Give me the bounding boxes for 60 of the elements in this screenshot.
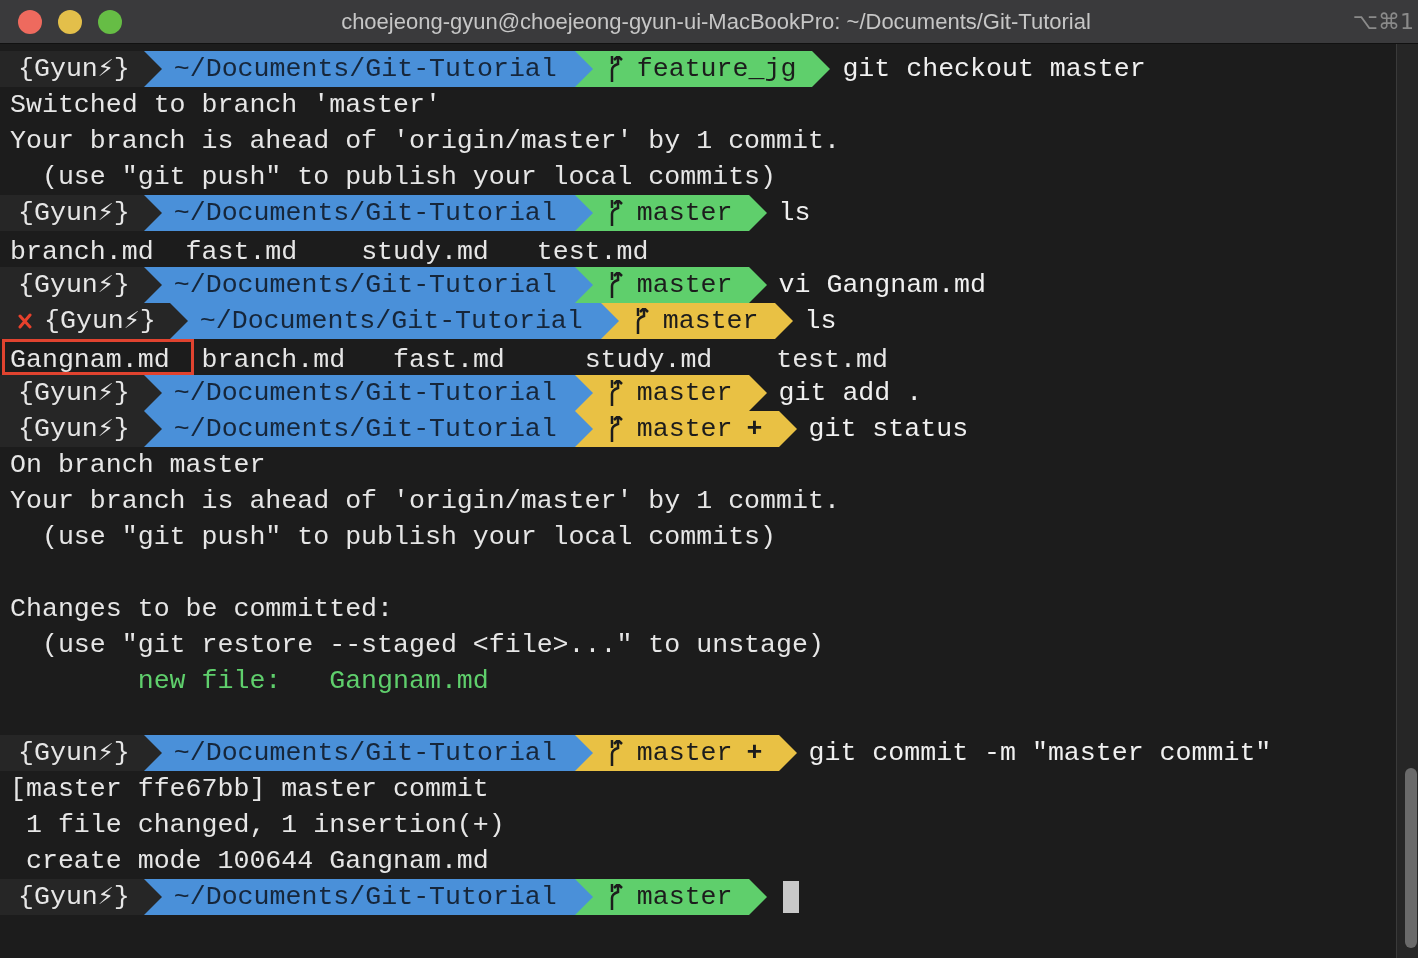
branch-name: master	[662, 305, 759, 338]
output-line: new file: Gangnam.md	[136, 665, 489, 698]
staged-mark: +	[746, 737, 763, 770]
window-title: choejeong-gyun@choejeong-gyun-ui-MacBookPro: ~/Documents/Git-Tutorial	[341, 8, 1091, 36]
prompt-user: {Gyun⚡}	[18, 881, 130, 914]
command-text: ls	[777, 197, 811, 230]
command-text: vi Gangnam.md	[777, 269, 986, 302]
prompt-user: {Gyun⚡}	[44, 305, 156, 338]
output-line: [master ffe67bb] master commit	[10, 773, 489, 806]
branch-icon	[608, 200, 623, 226]
file-name: fast.md	[184, 236, 299, 267]
branch-icon	[608, 380, 623, 406]
staged-mark: +	[746, 413, 763, 446]
command-text: git add .	[777, 377, 923, 410]
branch-name: master	[636, 881, 733, 914]
branch-name: master	[636, 377, 733, 410]
branch-name: master	[636, 413, 733, 446]
branch-icon	[634, 308, 649, 334]
zoom-button[interactable]	[98, 9, 122, 34]
file-name: branch.md	[200, 344, 347, 375]
output-line: (use "git push" to publish your local commits)	[40, 521, 777, 554]
branch-name: feature_jg	[636, 53, 797, 86]
command-text: git status	[807, 413, 969, 446]
command-text: git commit -m "master commit"	[807, 737, 1272, 770]
output-line: create mode 100644 Gangnam.md	[24, 845, 489, 878]
branch-icon	[608, 56, 623, 82]
shortcut-label: ⌥⌘1	[1351, 8, 1414, 36]
command-text: ls	[803, 305, 837, 338]
output-line: Switched to branch 'master'	[10, 89, 441, 122]
output-line: Changes to be committed:	[10, 593, 393, 626]
file-name: study.md	[360, 236, 490, 267]
close-button[interactable]	[18, 9, 42, 34]
branch-icon	[608, 416, 623, 442]
file-name: test.md	[775, 344, 889, 375]
branch-name: master	[636, 269, 733, 302]
branch-icon	[608, 740, 623, 766]
output-line: (use "git restore --staged <file>..." to unstage)	[40, 629, 824, 662]
file-name: Gangnam.md	[2, 339, 194, 375]
scrollbar-thumb[interactable]	[1405, 768, 1417, 948]
output-line: 1 file changed, 1 insertion(+)	[24, 809, 505, 842]
prompt-user: {Gyun⚡}	[18, 413, 130, 446]
branch-icon	[608, 272, 623, 298]
output-line: (use "git push" to publish your local commits)	[40, 161, 777, 194]
prompt-user: {Gyun⚡}	[18, 269, 130, 302]
branch-name: master	[636, 737, 733, 770]
prompt-user: {Gyun⚡}	[18, 53, 130, 86]
file-name: test.md	[535, 236, 650, 267]
prompt-user: {Gyun⚡}	[18, 737, 130, 770]
prompt-user: {Gyun⚡}	[18, 197, 130, 230]
branch-icon	[608, 884, 623, 910]
prompt-user: {Gyun⚡}	[18, 377, 130, 410]
minimize-button[interactable]	[58, 9, 82, 34]
output-line: Your branch is ahead of 'origin/master' by 1 commit.	[10, 485, 840, 518]
command-text: git checkout master	[841, 53, 1146, 86]
file-name: branch.md	[9, 236, 155, 267]
output-line: Your branch is ahead of 'origin/master' by 1 commit.	[10, 125, 840, 158]
file-name: study.md	[583, 344, 714, 375]
branch-name: master	[636, 197, 733, 230]
file-name: fast.md	[392, 344, 506, 375]
output-line: On branch master	[10, 449, 266, 482]
